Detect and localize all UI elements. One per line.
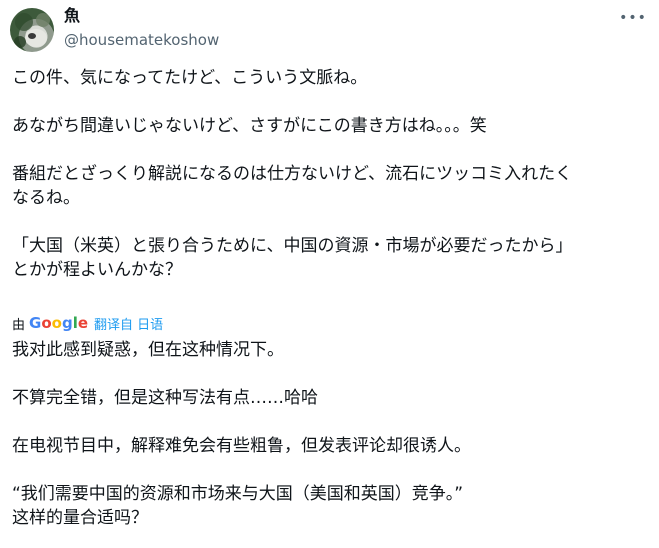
translated-from-language-link[interactable]: 翻译自 日语 <box>94 314 163 333</box>
display-name[interactable]: 魚 <box>64 6 80 26</box>
google-logo: Google <box>29 314 89 332</box>
tweet-header: 魚 @housematekoshow ••• <box>0 0 659 60</box>
translation-attribution: 由 Google 翻译自 日语 <box>12 313 163 333</box>
translated-by-label: 由 <box>12 317 26 333</box>
avatar-image <box>14 13 50 48</box>
user-handle[interactable]: @housematekoshow <box>64 30 219 50</box>
more-horizontal-icon: ••• <box>619 10 647 26</box>
tweet-text: この件、気になってたけど、こういう文脈ね。 あながち間違いじゃないけど、さすがに… <box>12 68 573 280</box>
avatar[interactable] <box>10 8 54 52</box>
more-options-button[interactable]: ••• <box>619 8 647 28</box>
translated-tweet-text: 我对此感到疑惑，但在这种情况下。 不算完全错，但是这种写法有点……哈哈 在电视节… <box>12 340 471 528</box>
